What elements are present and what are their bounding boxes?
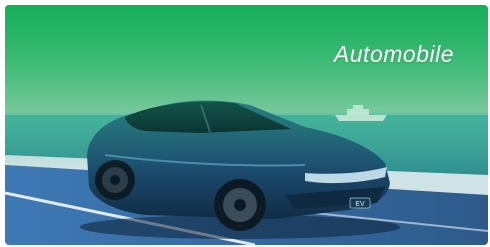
card-title: Automobile xyxy=(333,41,454,67)
automobile-category-card[interactable]: EV Automobile xyxy=(5,5,488,245)
rear-wheel xyxy=(95,160,135,200)
plate-text: EV xyxy=(355,201,365,208)
front-wheel xyxy=(214,179,266,231)
